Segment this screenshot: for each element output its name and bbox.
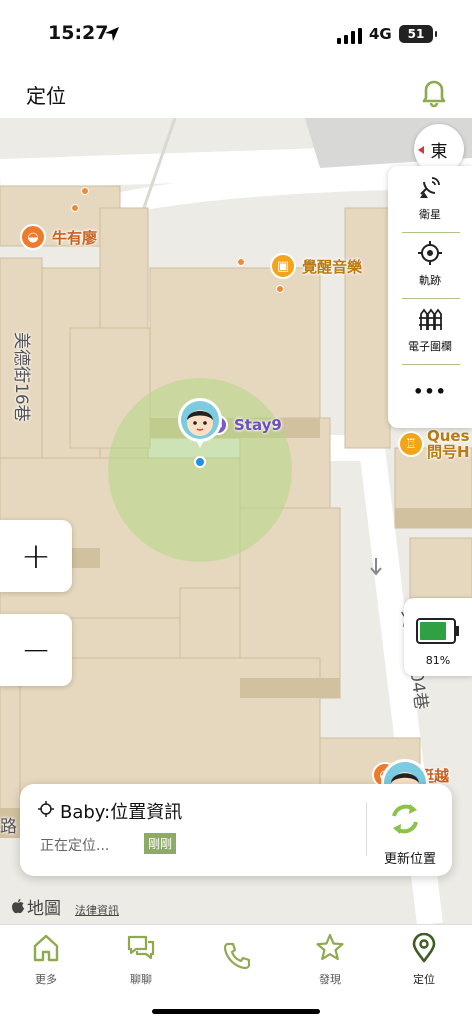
status-bar: 15:27 4G 51: [0, 0, 472, 70]
poi-marker[interactable]: ♖ Ques 問号H: [398, 428, 470, 460]
signal-icon: [337, 28, 362, 44]
noodle-bowl-icon: ◒: [20, 224, 46, 250]
tab-label: 更多: [35, 973, 57, 986]
device-battery-card: 81%: [404, 598, 472, 676]
map-tools-panel: 衛星 軌跡 電子圍欄 •••: [388, 166, 472, 428]
street-label: 美德街16巷: [11, 332, 31, 422]
map-view[interactable]: ◒ 牛有廖 ▣ 覺醒音樂 ▬ Stay9 ♖ Ques 問号H ◒ 水艇越 美德…: [0, 118, 472, 924]
tab-label: 發現: [319, 973, 341, 986]
refresh-location-button[interactable]: 更新位置: [366, 784, 452, 876]
track-button[interactable]: 軌跡: [388, 232, 472, 298]
chat-icon: [127, 935, 155, 960]
poi-small-dot: [71, 204, 79, 212]
battery-percent: 81%: [425, 654, 451, 667]
poi-marker[interactable]: ◒ 牛有廖: [20, 224, 97, 250]
home-indicator: [152, 1009, 320, 1014]
time-badge: 剛剛: [144, 833, 177, 854]
refresh-label: 更新位置: [383, 852, 436, 867]
poi-small-dot: [237, 258, 245, 266]
poi-small-dot: [81, 187, 89, 195]
maps-label: 地圖: [27, 899, 61, 919]
star-icon: [316, 933, 344, 961]
geofence-button[interactable]: 電子圍欄: [388, 298, 472, 364]
more-button[interactable]: •••: [388, 364, 472, 430]
tool-label: 電子圍欄: [408, 340, 452, 353]
poi-label: 覺醒音樂: [302, 257, 363, 276]
tab-discover[interactable]: 發現: [290, 931, 370, 991]
tab-label: 聊聊: [130, 973, 152, 986]
zoom-out-button[interactable]: −: [0, 614, 72, 686]
child-avatar-icon: [178, 398, 222, 448]
legal-link[interactable]: 法律資訊: [75, 902, 119, 918]
battery-indicator: 51: [399, 25, 437, 43]
more-icon: •••: [413, 382, 447, 401]
poi-label: 牛有廖: [52, 228, 98, 247]
poi-marker[interactable]: ▣ 覺醒音樂: [270, 253, 362, 279]
drink-icon: ♖: [398, 431, 424, 457]
compass-needle-icon: [418, 146, 424, 154]
tab-location[interactable]: 定位: [384, 931, 464, 991]
header: 定位: [0, 70, 472, 118]
bell-icon[interactable]: [418, 76, 450, 108]
tab-chat[interactable]: 聊聊: [101, 931, 181, 991]
location-arrow-icon: [105, 27, 119, 41]
home-icon: [33, 934, 59, 962]
map-attribution: 地圖 法律資訊: [12, 894, 119, 919]
network-type: 4G: [369, 25, 392, 43]
shopping-bag-icon: ▣: [270, 253, 296, 279]
device-name: Baby:位置資訊: [60, 802, 183, 823]
poi-label: Stay9: [234, 416, 282, 434]
child-location-marker[interactable]: [176, 396, 224, 456]
page-title: 定位: [26, 84, 66, 108]
battery-icon: [416, 618, 459, 644]
apple-logo-icon: [12, 899, 24, 914]
target-icon: [38, 801, 54, 817]
poi-small-dot: [276, 285, 284, 293]
tool-label: 衛星: [419, 208, 441, 221]
crosshair-icon: [418, 241, 442, 265]
satellite-button[interactable]: 衛星: [388, 166, 472, 232]
compass-label: 東: [430, 141, 448, 162]
locating-status: 正在定位...: [40, 838, 110, 854]
location-info-card: Baby:位置資訊 正在定位... 剛剛 更新位置: [20, 784, 452, 876]
phone-icon: [223, 942, 250, 970]
location-dot: [194, 456, 206, 468]
tab-call[interactable]: [196, 931, 276, 991]
tab-more[interactable]: 更多: [6, 931, 86, 991]
poi-label: Ques 問号H: [427, 427, 470, 461]
zoom-in-button[interactable]: +: [0, 520, 72, 592]
street-label: 路: [0, 817, 17, 837]
fence-icon: [419, 308, 442, 330]
tab-label: 定位: [413, 973, 435, 986]
location-pin-icon: [412, 933, 436, 963]
tool-label: 軌跡: [419, 274, 441, 287]
status-time: 15:27: [48, 22, 109, 44]
satellite-dish-icon: [420, 177, 440, 198]
refresh-icon: [392, 804, 418, 834]
